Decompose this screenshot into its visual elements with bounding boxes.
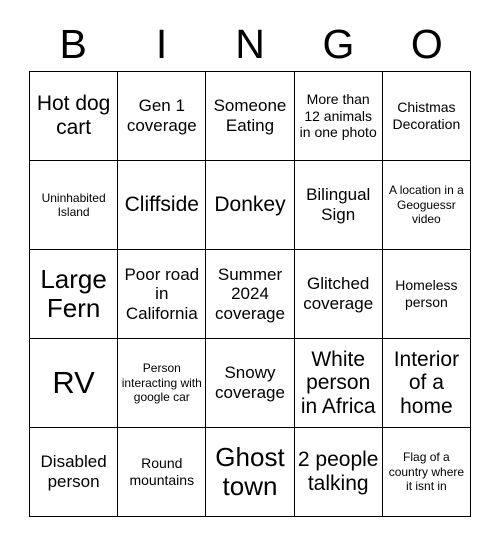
bingo-cell-label: Flag of a country where it isnt in [388, 450, 465, 494]
bingo-header-letter-o: O [410, 20, 443, 67]
bingo-cell-label: RV [52, 365, 95, 401]
bingo-cell-r2c2[interactable]: Cliffside [118, 161, 207, 250]
bingo-cell-label: Disabled person [40, 452, 107, 491]
bingo-cell-r3c4[interactable]: Glitched coverage [294, 250, 383, 339]
bingo-cell-r4c4[interactable]: White person in Africa [294, 339, 383, 428]
bingo-card: B I N G O Hot dog cart Gen 1 coverage So… [0, 0, 500, 544]
bingo-cell-r1c3[interactable]: Someone Eating [206, 72, 295, 161]
bingo-cell-label: Interior of a home [393, 347, 460, 418]
bingo-cell-label: Glitched coverage [303, 274, 374, 313]
bingo-cell-label: Homeless person [395, 277, 458, 310]
bingo-cell-label: White person in Africa [300, 347, 376, 418]
bingo-cell-r3c1[interactable]: Large Fern [30, 250, 119, 339]
bingo-cell-r4c1[interactable]: RV [30, 339, 119, 428]
bingo-cell-r4c2[interactable]: Person interacting with google car [118, 339, 207, 428]
bingo-header-letter-n: N [235, 20, 265, 67]
bingo-header-row: B I N G O [29, 18, 471, 70]
bingo-cell-r2c1[interactable]: Uninhabited Island [30, 161, 119, 250]
bingo-cell-r4c3[interactable]: Snowy coverage [206, 339, 295, 428]
bingo-cell-label: Large Fern [40, 264, 107, 323]
bingo-cell-r3c5[interactable]: Homeless person [382, 250, 471, 339]
bingo-cell-r3c2[interactable]: Poor road in California [118, 250, 207, 339]
bingo-header-letter-g: G [322, 20, 355, 67]
bingo-cell-label: Cliffside [124, 193, 199, 217]
bingo-cell-label: Summer 2024 coverage [215, 264, 285, 323]
bingo-cell-r2c3[interactable]: Donkey [206, 161, 295, 250]
bingo-cell-label: Someone Eating [213, 96, 287, 135]
bingo-cell-r5c3[interactable]: Ghost town [206, 428, 295, 517]
bingo-header-letter-i: I [155, 20, 168, 67]
bingo-cell-label: Ghost town [215, 442, 285, 501]
bingo-cell-label: Round mountains [129, 455, 195, 488]
bingo-cell-label: Person interacting with google car [121, 361, 202, 405]
bingo-cell-r3c3[interactable]: Summer 2024 coverage [206, 250, 295, 339]
bingo-cell-r1c1[interactable]: Hot dog cart [30, 72, 119, 161]
bingo-cell-r2c4[interactable]: Bilingual Sign [294, 161, 383, 250]
bingo-cell-r1c2[interactable]: Gen 1 coverage [118, 72, 207, 161]
bingo-cell-r5c2[interactable]: Round mountains [118, 428, 207, 517]
bingo-cell-label: Chistmas Decoration [392, 99, 461, 132]
bingo-cell-r2c5[interactable]: A location in a Geoguessr video [382, 161, 471, 250]
bingo-cell-r5c5[interactable]: Flag of a country where it isnt in [382, 428, 471, 517]
bingo-cell-r1c4[interactable]: More than 12 animals in one photo [294, 72, 383, 161]
bingo-cell-label: Uninhabited Island [41, 190, 106, 219]
bingo-cell-label: A location in a Geoguessr video [389, 183, 464, 227]
bingo-cell-label: Snowy coverage [215, 363, 285, 402]
bingo-cell-label: Bilingual Sign [306, 185, 371, 224]
bingo-cell-label: Poor road in California [124, 264, 200, 323]
bingo-cell-label: Donkey [214, 193, 286, 217]
bingo-cell-label: More than 12 animals in one photo [299, 91, 377, 141]
bingo-cell-r1c5[interactable]: Chistmas Decoration [382, 72, 471, 161]
bingo-cell-r4c5[interactable]: Interior of a home [382, 339, 471, 428]
bingo-grid: Hot dog cart Gen 1 coverage Someone Eati… [29, 71, 471, 517]
bingo-cell-label: Hot dog cart [36, 92, 111, 139]
bingo-cell-r5c1[interactable]: Disabled person [30, 428, 119, 517]
bingo-header-letter-b: B [59, 20, 87, 67]
bingo-cell-label: 2 people talking [297, 448, 379, 495]
bingo-cell-label: Gen 1 coverage [126, 96, 197, 135]
bingo-cell-r5c4[interactable]: 2 people talking [294, 428, 383, 517]
